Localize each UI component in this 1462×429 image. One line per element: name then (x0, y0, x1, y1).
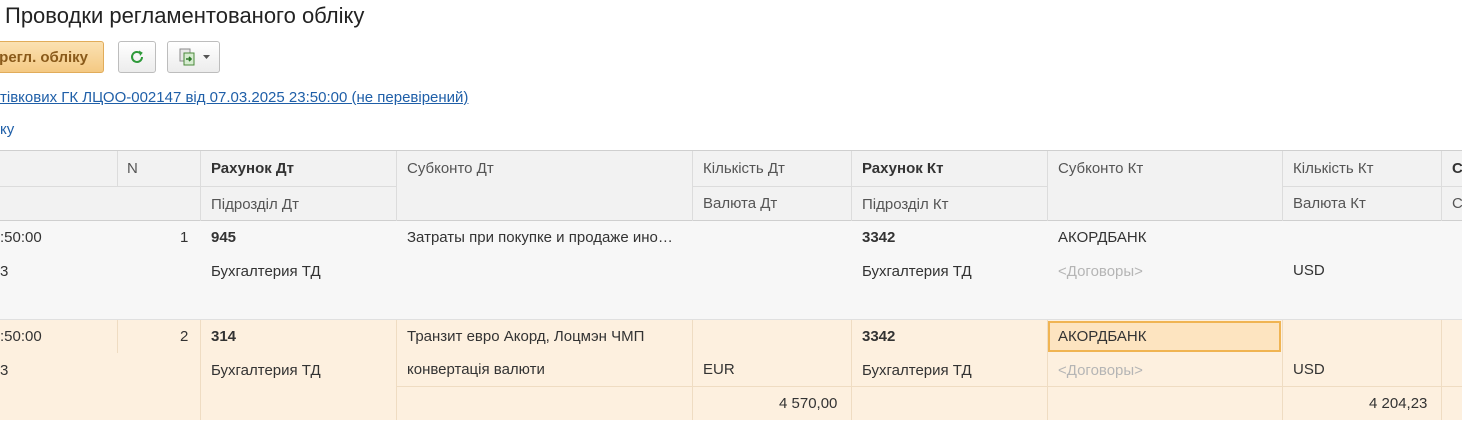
cell-subconto-kt-2: <Договоры> (1058, 263, 1143, 280)
cell-amount-dt: 4 570,00 (779, 395, 838, 412)
cell-account-dt: 945 (211, 229, 237, 246)
table-row-selected[interactable]: :50:00 3 2 314 Бухгалтерия ТД Транзит ев… (0, 320, 1462, 420)
header-qty-kt[interactable]: Кількість Кт (1293, 160, 1374, 177)
table-header: N Рахунок Дт Підрозділ Дт Субконто Дт Кі… (0, 150, 1462, 222)
chevron-down-icon (202, 54, 210, 59)
cell-subdivision-kt: Бухгалтерия ТД (862, 263, 972, 280)
refresh-button[interactable] (118, 41, 156, 73)
cell-n: 2 (180, 328, 189, 345)
table-row[interactable]: :50:00 3 1 945 Бухгалтерия ТД Затраты пр… (0, 221, 1462, 320)
refresh-icon (131, 50, 143, 63)
cell-amount-kt: 4 204,23 (1369, 395, 1428, 412)
window-title: Проводки регламентованого обліку (5, 3, 365, 28)
cell-time: :50:00 (0, 328, 42, 345)
cell-n: 1 (180, 229, 189, 246)
cell-subconto-kt-2: <Договоры> (1058, 362, 1143, 379)
cell-subconto-dt-2: конвертація валюти (407, 361, 545, 378)
header-account-dt[interactable]: Рахунок Дт (211, 160, 294, 177)
header-subdivision-dt[interactable]: Підрозділ Дт (211, 196, 299, 213)
cell-currency-kt: USD (1293, 262, 1325, 279)
header-account-kt[interactable]: Рахунок Кт (862, 160, 943, 177)
header-currency-dt[interactable]: Валюта Дт (703, 195, 777, 212)
cell-currency-kt: USD (1293, 361, 1325, 378)
cell-subconto-dt: Транзит евро Акорд, Лоцмэн ЧМП (407, 328, 645, 345)
post-regl-button[interactable]: регл. обліку (0, 41, 104, 73)
header-cut-bottom[interactable]: С (1452, 195, 1462, 212)
postings-table: N Рахунок Дт Підрозділ Дт Субконто Дт Кі… (0, 150, 1462, 420)
cell-subdivision-dt: Бухгалтерия ТД (211, 263, 321, 280)
export-icon (179, 48, 194, 66)
cell-subconto-kt: АКОРДБАНК (1058, 229, 1147, 246)
cell-subconto-dt: Затраты при покупке и продаже ино… (407, 229, 673, 246)
cell-account-kt: 3342 (862, 328, 896, 345)
secondary-link[interactable]: ку (0, 121, 14, 138)
cell-currency-dt: EUR (703, 361, 735, 378)
header-subdivision-kt[interactable]: Підрозділ Кт (862, 196, 949, 213)
cell-subconto-kt[interactable]: АКОРДБАНК (1058, 328, 1147, 345)
export-dropdown-button[interactable] (167, 41, 220, 73)
cell-subdivision-dt: Бухгалтерия ТД (211, 362, 321, 379)
cell-subdivision-kt: Бухгалтерия ТД (862, 362, 972, 379)
document-link[interactable]: тівкових ГК ЛЦОО-002147 від 07.03.2025 2… (0, 89, 468, 106)
header-n[interactable]: N (127, 160, 138, 177)
header-qty-dt[interactable]: Кількість Дт (703, 160, 785, 177)
header-cut-top[interactable]: С (1452, 160, 1462, 177)
cell-account-dt: 314 (211, 328, 237, 345)
cell-time-sub: 3 (0, 263, 9, 280)
header-subconto-dt[interactable]: Субконто Дт (407, 160, 494, 177)
cell-account-kt: 3342 (862, 229, 896, 246)
post-regl-button-label: регл. обліку (0, 48, 88, 66)
cell-time-sub: 3 (0, 362, 9, 379)
cell-time: :50:00 (0, 229, 42, 246)
header-currency-kt[interactable]: Валюта Кт (1293, 195, 1366, 212)
header-subconto-kt[interactable]: Субконто Кт (1058, 160, 1143, 177)
